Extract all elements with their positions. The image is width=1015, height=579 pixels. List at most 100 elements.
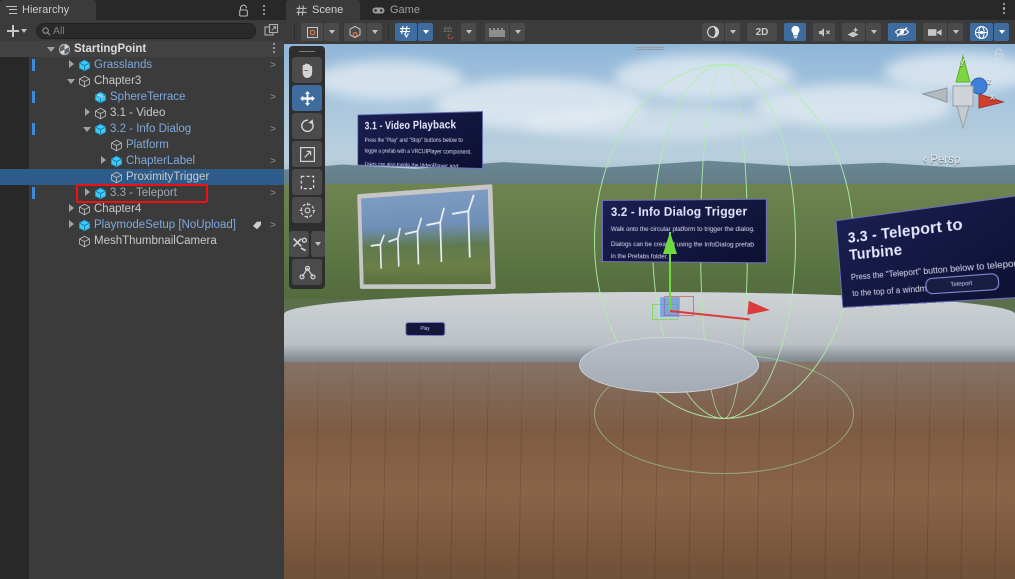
hierarchy-row-chapterlabel[interactable]: ChapterLabel > — [0, 153, 284, 169]
prefab-open-chevron-icon[interactable]: > — [270, 188, 276, 199]
pivot-mode-dropdown[interactable] — [324, 23, 339, 41]
scene-menu-icon[interactable] — [1002, 3, 1005, 14]
joint-icon — [298, 265, 316, 279]
popout-icon[interactable] — [263, 23, 280, 39]
shading-mode-button[interactable] — [702, 23, 724, 41]
hierarchy-row-meshthumbnailcamera[interactable]: MeshThumbnailCamera — [0, 233, 284, 249]
2d-label: 2D — [755, 26, 769, 38]
chevron-down-icon[interactable] — [66, 76, 77, 87]
audio-toggle-button[interactable] — [813, 23, 835, 41]
axis-z-label: z — [987, 76, 992, 86]
projection-mode-label[interactable]: ‹ Persp — [923, 152, 960, 166]
chevron-down-icon — [422, 30, 429, 34]
lock-icon[interactable] — [993, 48, 1005, 61]
play-button-label: Play — [420, 325, 430, 333]
custom-tools-dropdown[interactable] — [311, 231, 325, 257]
grid-visibility-dropdown[interactable] — [418, 23, 433, 41]
tab-hierarchy[interactable]: Hierarchy — [0, 0, 96, 20]
gameobject-cube-icon — [79, 235, 90, 247]
custom-tools-row — [289, 231, 325, 257]
fx-icon — [847, 26, 859, 37]
gizmos-toggle-button[interactable] — [970, 23, 993, 41]
lock-icon[interactable] — [237, 4, 250, 17]
hand-tool[interactable] — [292, 57, 322, 83]
chevron-right-icon[interactable] — [98, 156, 109, 167]
2d-toggle-button[interactable]: 2D — [747, 23, 777, 41]
search-input[interactable]: All — [36, 22, 256, 39]
chevron-right-icon[interactable] — [82, 108, 93, 119]
hierarchy-row-playmodesetup-noupload[interactable]: PlaymodeSetup [NoUpload] > — [0, 217, 284, 233]
hierarchy-row-3-2-info-dialog[interactable]: 3.2 - Info Dialog > — [0, 121, 284, 137]
camera-dropdown[interactable] — [948, 23, 963, 41]
gizmos-dropdown[interactable] — [994, 23, 1009, 41]
tab-scene-label: Scene — [312, 4, 344, 16]
hierarchy-tree[interactable]: StartingPoint Grasslands > Chapter3 SphereT… — [0, 41, 284, 579]
chevron-down-icon — [514, 30, 521, 34]
tab-scene[interactable]: Scene — [286, 0, 360, 20]
viewport-grip-handle[interactable] — [635, 47, 664, 50]
hierarchy-row-platform[interactable]: Platform — [0, 137, 284, 153]
chevron-right-icon[interactable] — [66, 204, 77, 215]
hierarchy-row-3-1-video[interactable]: 3.1 - Video — [0, 105, 284, 121]
toolbar-divider — [388, 25, 389, 39]
tab-hierarchy-label: Hierarchy — [22, 4, 70, 16]
hierarchy-row-chapter3[interactable]: Chapter3 — [0, 73, 284, 89]
video-screen — [357, 184, 496, 290]
grid-snap-dropdown[interactable] — [461, 23, 476, 41]
prefab-open-chevron-icon[interactable]: > — [270, 92, 276, 103]
shading-mode-dropdown[interactable] — [725, 23, 740, 41]
prefab-open-chevron-icon[interactable]: > — [270, 124, 276, 135]
hierarchy-row-chapter4[interactable]: Chapter4 — [0, 201, 284, 217]
chevron-right-icon[interactable] — [66, 60, 77, 71]
chevron-down-icon[interactable] — [46, 44, 57, 55]
platform-top — [579, 337, 759, 393]
twirl-spacer — [82, 92, 93, 103]
hierarchy-row-proximitytrigger[interactable]: ProximityTrigger — [0, 169, 284, 185]
hierarchy-row-sphereterrace[interactable]: SphereTerrace > — [0, 89, 284, 105]
scene-row-menu-icon[interactable] — [273, 43, 275, 53]
play-button[interactable]: Play — [405, 321, 446, 337]
teleport-panel-title: 3.3 - Teleport to Turbine — [847, 215, 964, 264]
increment-snap-button[interactable] — [485, 23, 509, 41]
scale-icon — [299, 146, 315, 162]
rect-tool[interactable] — [292, 169, 322, 195]
tool-palette-grip[interactable] — [299, 51, 315, 52]
prefab-open-chevron-icon[interactable]: > — [270, 60, 276, 71]
chevron-right-icon[interactable] — [66, 220, 77, 231]
prefab-cube-icon — [95, 187, 106, 199]
effects-toggle-button[interactable] — [842, 23, 865, 41]
hierarchy-row-grasslands[interactable]: Grasslands > — [0, 57, 284, 73]
hierarchy-menu-icon[interactable] — [258, 3, 270, 17]
increment-snap-dropdown[interactable] — [510, 23, 525, 41]
hierarchy-icon — [6, 5, 17, 15]
prefab-open-chevron-icon[interactable]: > — [270, 220, 276, 231]
twirl-spacer — [98, 172, 109, 183]
camera-settings-button[interactable] — [923, 23, 947, 41]
pivot-mode-button[interactable] — [301, 23, 323, 41]
handle-space-button[interactable] — [344, 23, 366, 41]
transform-tool[interactable] — [292, 197, 322, 223]
move-tool[interactable] — [292, 85, 322, 111]
effects-group — [842, 23, 881, 41]
scene-view-gizmo[interactable]: y x z ‹ Persp — [917, 50, 1009, 170]
effects-dropdown[interactable] — [866, 23, 881, 41]
lighting-toggle-button[interactable] — [784, 23, 806, 41]
scale-tool[interactable] — [292, 141, 322, 167]
chevron-right-icon[interactable] — [82, 188, 93, 199]
hierarchy-scene-row[interactable]: StartingPoint — [0, 41, 284, 57]
grid-visibility-button[interactable] — [395, 23, 417, 41]
tab-game[interactable]: Game — [362, 0, 434, 20]
handle-space-dropdown[interactable] — [367, 23, 382, 41]
rotate-tool[interactable] — [292, 113, 322, 139]
chevron-down-icon[interactable] — [82, 124, 93, 135]
add-gameobject-button[interactable] — [4, 22, 30, 39]
prefab-open-chevron-icon[interactable]: > — [270, 156, 276, 167]
wrench-icon — [292, 237, 307, 251]
hidden-objects-button[interactable] — [888, 23, 916, 41]
scene-viewport[interactable]: 3.1 - Video Playback Press the "Play" an… — [284, 44, 1015, 579]
grid-snap-button[interactable] — [438, 23, 460, 41]
video-panel-title: 3.1 - Video Playback — [364, 119, 457, 133]
custom-editor-tools[interactable] — [289, 231, 309, 257]
component-tools[interactable] — [292, 259, 322, 285]
hierarchy-row-3-3-teleport[interactable]: 3.3 - Teleport > — [0, 185, 284, 201]
